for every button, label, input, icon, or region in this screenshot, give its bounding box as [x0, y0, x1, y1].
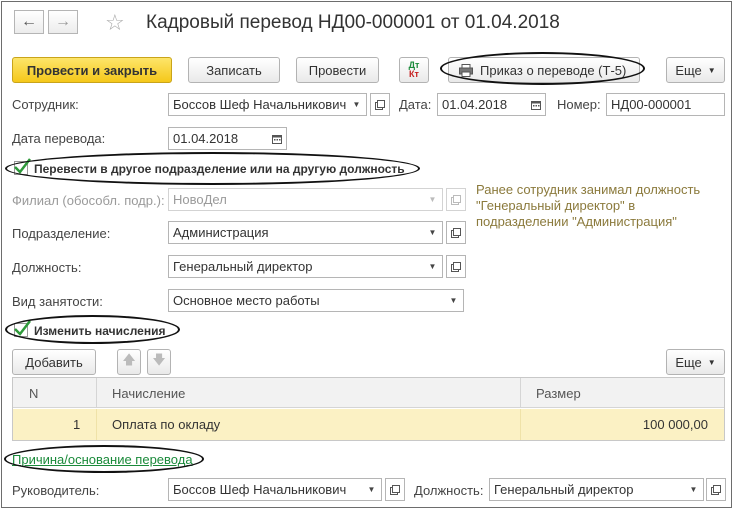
manager-position-open-button[interactable]: [706, 478, 726, 501]
department-dropdown-button[interactable]: ▼: [423, 221, 443, 244]
column-header-accrual[interactable]: Начисление: [112, 386, 185, 401]
open-icon: [451, 261, 461, 272]
favorite-star-icon[interactable]: ☆: [105, 10, 125, 36]
date-field[interactable]: 01.04.2018: [437, 93, 527, 116]
forward-button[interactable]: →: [48, 10, 78, 34]
table-row[interactable]: 1 Оплата по окладу 100 000,00: [13, 409, 724, 440]
table-header: N Начисление Размер: [13, 378, 724, 408]
transfer-date-label: Дата перевода:: [12, 131, 106, 146]
transfer-date-calendar-button[interactable]: [267, 127, 287, 150]
transfer-date-field[interactable]: 01.04.2018: [168, 127, 268, 150]
annotation-ellipse-transfer: [5, 152, 420, 185]
department-field[interactable]: Администрация: [168, 221, 424, 244]
accruals-more-button[interactable]: Еще ▼: [666, 349, 725, 375]
annotation-ellipse-reason: [4, 445, 204, 473]
calendar-icon: [530, 100, 541, 110]
chevron-down-icon: ▼: [428, 195, 437, 204]
column-header-amount[interactable]: Размер: [536, 386, 581, 401]
open-icon: [375, 99, 385, 110]
move-down-button[interactable]: 🡇: [147, 349, 171, 375]
employee-field[interactable]: Боссов Шеф Начальникович: [168, 93, 348, 116]
page-title: Кадровый перевод НД00-000001 от 01.04.20…: [146, 12, 560, 33]
more-actions-button[interactable]: Еще ▼: [666, 57, 725, 83]
chevron-down-icon: ▼: [367, 485, 376, 494]
row-number-cell: 1: [73, 417, 81, 432]
open-icon: [390, 484, 400, 495]
post-and-close-button[interactable]: Провести и закрыть: [12, 57, 172, 83]
department-open-button[interactable]: [446, 221, 466, 244]
add-accrual-button[interactable]: Добавить: [12, 349, 96, 375]
accruals-more-label: Еще: [675, 354, 702, 370]
accruals-table: N Начисление Размер 1 Оплата по окладу 1…: [12, 377, 725, 441]
chevron-down-icon: ▼: [428, 228, 437, 237]
manager-position-field[interactable]: Генеральный директор: [489, 478, 685, 501]
up-arrow-icon: 🡅: [122, 352, 136, 367]
open-icon: [451, 227, 461, 238]
chevron-down-icon: ▼: [352, 100, 361, 109]
branch-label: Филиал (обособл. подр.):: [12, 193, 165, 208]
employment-label: Вид занятости:: [12, 294, 103, 309]
employment-dropdown-button[interactable]: ▼: [444, 289, 464, 312]
chevron-down-icon: ▼: [449, 296, 458, 305]
chevron-down-icon: ▼: [707, 357, 716, 367]
row-accrual-cell: Оплата по окладу: [112, 417, 221, 432]
position-dropdown-button[interactable]: ▼: [423, 255, 443, 278]
department-label: Подразделение:: [12, 226, 111, 241]
calendar-icon: [271, 134, 282, 144]
row-amount-cell: 100 000,00: [642, 417, 708, 432]
employment-field[interactable]: Основное место работы: [168, 289, 445, 312]
position-open-button[interactable]: [446, 255, 466, 278]
back-button[interactable]: ←: [14, 10, 44, 34]
column-header-n[interactable]: N: [29, 386, 38, 401]
employee-label: Сотрудник:: [12, 97, 79, 112]
manager-position-label: Должность:: [414, 483, 484, 498]
dtkt-button[interactable]: Дт Кт: [399, 57, 429, 83]
branch-open-button: [446, 188, 466, 211]
info-line-3: подразделении "Администрация": [476, 214, 677, 229]
info-line-1: Ранее сотрудник занимал должность: [476, 182, 701, 197]
branch-dropdown-button: ▼: [423, 188, 443, 211]
employee-open-button[interactable]: [370, 93, 390, 116]
chevron-down-icon: ▼: [428, 262, 437, 271]
previous-position-info: Ранее сотрудник занимал должность "Генер…: [476, 182, 700, 230]
forward-arrow-icon: →: [55, 13, 71, 30]
number-label: Номер:: [557, 97, 601, 112]
down-arrow-icon: 🡇: [152, 352, 166, 367]
more-actions-label: Еще: [675, 62, 702, 78]
date-calendar-button[interactable]: [526, 93, 546, 116]
annotation-ellipse-print: [440, 52, 645, 85]
move-up-button[interactable]: 🡅: [117, 349, 141, 375]
kt-label: Кт: [409, 69, 419, 79]
number-field[interactable]: НД00-000001: [606, 93, 725, 116]
manager-label: Руководитель:: [12, 483, 100, 498]
branch-field: НовоДел: [168, 188, 424, 211]
chevron-down-icon: ▼: [707, 65, 716, 75]
back-arrow-icon: ←: [21, 13, 37, 30]
manager-dropdown-button[interactable]: ▼: [362, 478, 382, 501]
manager-field[interactable]: Боссов Шеф Начальникович: [168, 478, 363, 501]
position-label: Должность:: [12, 260, 82, 275]
position-field[interactable]: Генеральный директор: [168, 255, 424, 278]
employee-dropdown-button[interactable]: ▼: [347, 93, 367, 116]
manager-open-button[interactable]: [385, 478, 405, 501]
info-line-2: "Генеральный директор" в: [476, 198, 636, 213]
annotation-ellipse-accruals: [5, 315, 180, 344]
open-icon: [451, 194, 461, 205]
save-button[interactable]: Записать: [188, 57, 280, 83]
post-button[interactable]: Провести: [296, 57, 379, 83]
chevron-down-icon: ▼: [689, 485, 698, 494]
open-icon: [711, 484, 721, 495]
date-label: Дата:: [399, 97, 432, 112]
manager-position-dropdown-button[interactable]: ▼: [684, 478, 704, 501]
